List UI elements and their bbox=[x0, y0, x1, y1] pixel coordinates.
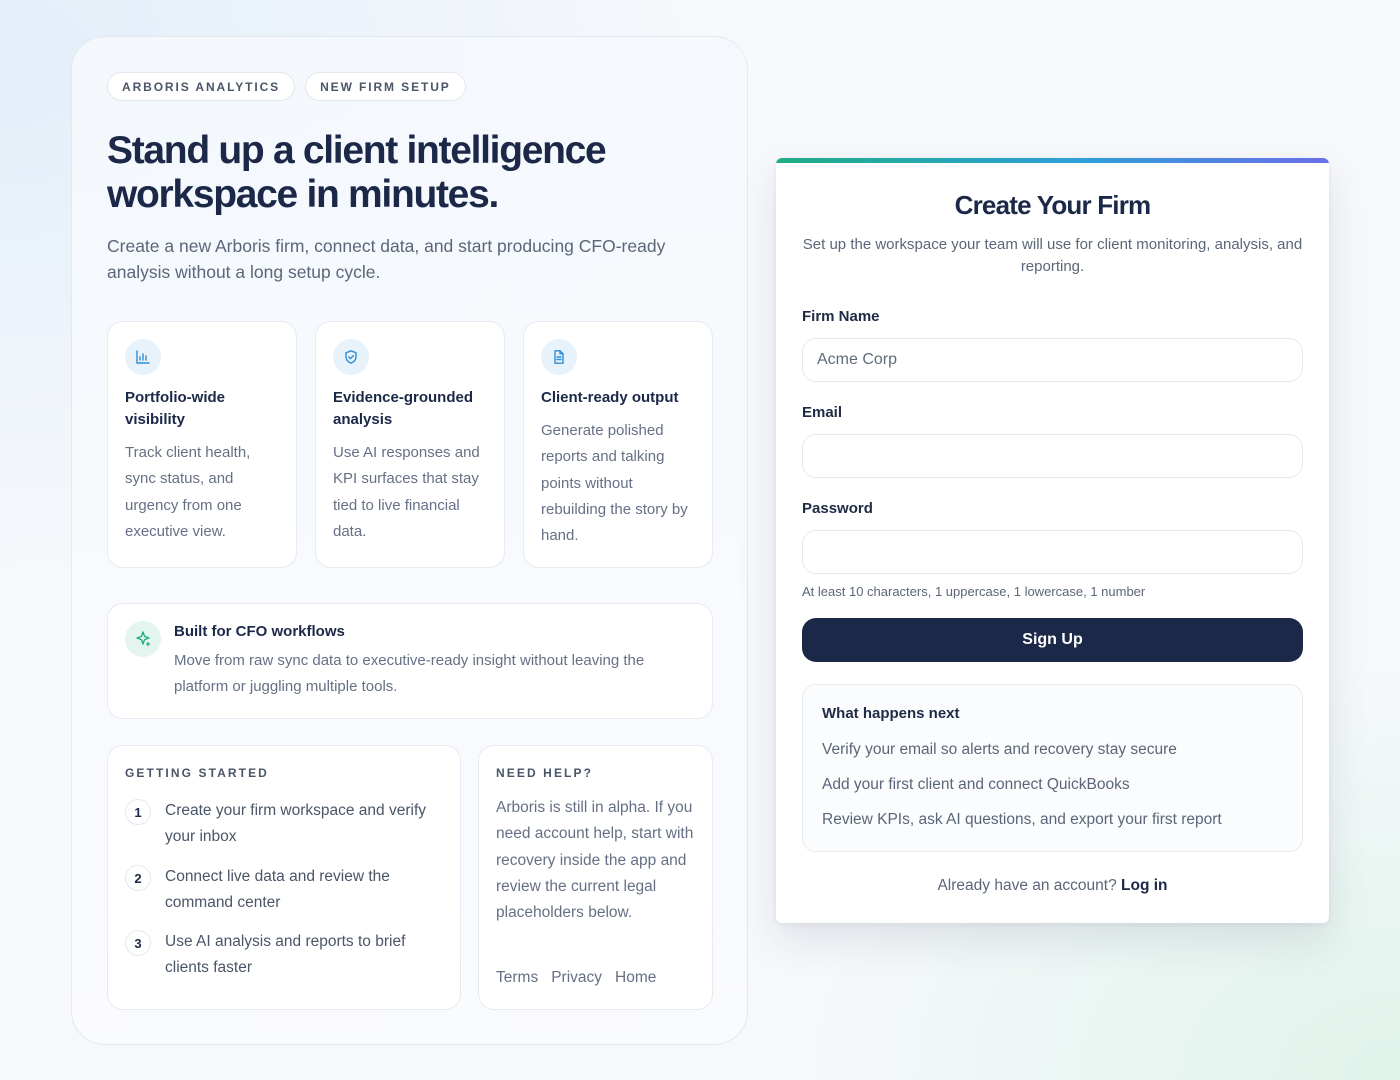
next-step-item: Add your first client and connect QuickB… bbox=[822, 776, 1130, 793]
signup-card: Create Your Firm Set up the workspace yo… bbox=[776, 158, 1329, 923]
step-text: Create your firm workspace and verify yo… bbox=[165, 802, 427, 846]
getting-started-card: GETTING STARTED 1 Create your firm works… bbox=[107, 745, 461, 1010]
intro-panel: ARBORIS ANALYTICS NEW FIRM SETUP Stand u… bbox=[71, 36, 748, 1045]
password-label: Password bbox=[802, 500, 873, 517]
feature-card-analysis: Evidence-grounded analysis Use AI respon… bbox=[315, 321, 505, 568]
feature-body: Track client health, sync status, and ur… bbox=[125, 444, 251, 540]
next-steps-box: What happens next Verify your email so a… bbox=[802, 684, 1303, 852]
firm-name-input[interactable] bbox=[802, 338, 1303, 382]
step-text: Use AI analysis and reports to brief cli… bbox=[165, 933, 406, 977]
form-subtitle: Set up the workspace your team will use … bbox=[802, 236, 1303, 275]
sign-up-button[interactable]: Sign Up bbox=[802, 618, 1303, 662]
feature-title: Client-ready output bbox=[541, 389, 679, 406]
step-text: Connect live data and review the command… bbox=[165, 868, 390, 912]
feature-card-visibility: Portfolio-wide visibility Track client h… bbox=[107, 321, 297, 568]
hero-title: Stand up a client intelligence workspace… bbox=[107, 129, 607, 216]
email-input[interactable] bbox=[802, 434, 1303, 478]
cfo-body: Move from raw sync data to executive-rea… bbox=[174, 652, 645, 696]
feature-card-output: Client-ready output Generate polished re… bbox=[523, 321, 713, 568]
accent-bar bbox=[776, 158, 1329, 163]
next-steps-title: What happens next bbox=[822, 705, 960, 722]
brand-chip: ARBORIS ANALYTICS bbox=[107, 72, 296, 101]
login-link[interactable]: Log in bbox=[1121, 877, 1168, 894]
cfo-title: Built for CFO workflows bbox=[174, 623, 345, 640]
password-hint: At least 10 characters, 1 uppercase, 1 l… bbox=[802, 584, 1146, 599]
login-prompt: Already have an account? Log in bbox=[776, 877, 1329, 895]
feature-title: Evidence-grounded analysis bbox=[333, 389, 474, 428]
feature-body: Use AI responses and KPI surfaces that s… bbox=[333, 444, 480, 540]
need-help-heading: NEED HELP? bbox=[496, 766, 594, 780]
step-number: 2 bbox=[125, 865, 151, 891]
home-link[interactable]: Home bbox=[615, 969, 656, 987]
terms-link[interactable]: Terms bbox=[496, 969, 538, 987]
shield-check-icon bbox=[333, 339, 369, 375]
email-label: Email bbox=[802, 404, 843, 421]
firm-name-label: Firm Name bbox=[802, 308, 880, 325]
next-step-item: Review KPIs, ask AI questions, and expor… bbox=[822, 811, 1222, 828]
hero-subtitle: Create a new Arboris firm, connect data,… bbox=[107, 236, 666, 282]
feature-body: Generate polished reports and talking po… bbox=[541, 422, 688, 545]
setup-chip: NEW FIRM SETUP bbox=[305, 72, 466, 101]
privacy-link[interactable]: Privacy bbox=[551, 969, 602, 987]
login-prompt-text: Already have an account? bbox=[937, 877, 1117, 894]
document-icon bbox=[541, 339, 577, 375]
feature-title: Portfolio-wide visibility bbox=[125, 389, 225, 428]
need-help-card: NEED HELP? Arboris is still in alpha. If… bbox=[478, 745, 713, 1010]
next-step-item: Verify your email so alerts and recovery… bbox=[822, 741, 1177, 758]
footer-links: Terms Privacy Home bbox=[496, 969, 656, 987]
getting-started-heading: GETTING STARTED bbox=[125, 766, 269, 780]
cfo-workflows-callout: Built for CFO workflows Move from raw sy… bbox=[107, 603, 713, 719]
step-number: 3 bbox=[125, 930, 151, 956]
chip-row: ARBORIS ANALYTICS NEW FIRM SETUP bbox=[107, 72, 466, 101]
sparkle-icon bbox=[125, 621, 161, 657]
need-help-body: Arboris is still in alpha. If you need a… bbox=[496, 799, 694, 922]
form-title: Create Your Firm bbox=[954, 190, 1152, 220]
bar-chart-icon bbox=[125, 339, 161, 375]
password-input[interactable] bbox=[802, 530, 1303, 574]
step-number: 1 bbox=[125, 799, 151, 825]
